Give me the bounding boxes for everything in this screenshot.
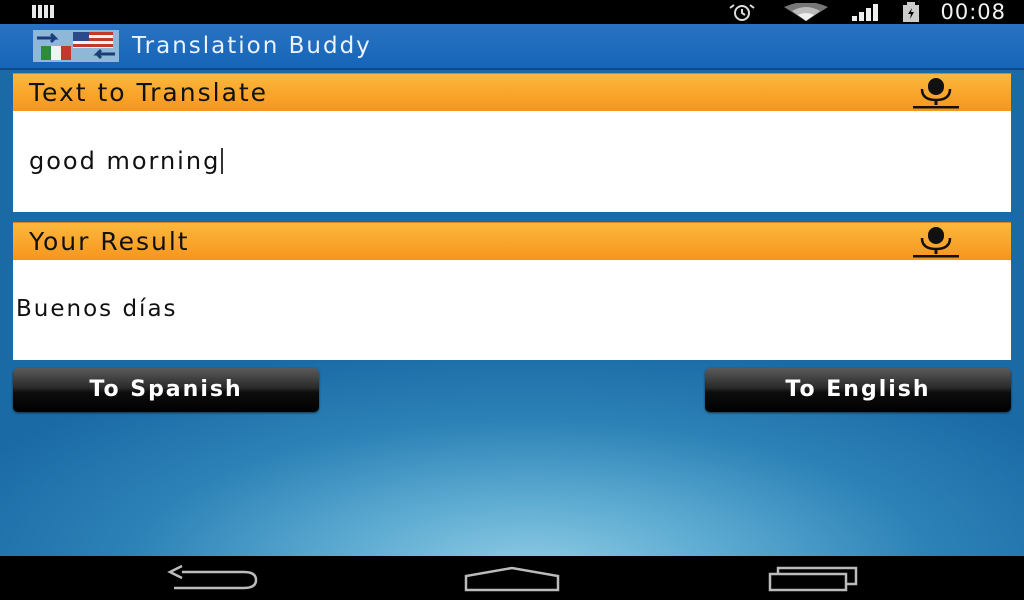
- status-icons: 00:08: [722, 0, 1006, 24]
- home-icon[interactable]: [462, 564, 562, 592]
- navigation-bar: [0, 556, 1024, 600]
- result-microphone-icon[interactable]: [911, 226, 961, 258]
- back-icon[interactable]: [164, 564, 264, 592]
- to-english-button[interactable]: To English: [705, 368, 1011, 412]
- source-panel-body[interactable]: good morning: [13, 111, 1011, 212]
- source-panel-label: Text to Translate: [29, 78, 269, 107]
- result-panel-body: Buenos días: [13, 260, 1011, 360]
- result-panel-header: Your Result: [13, 222, 1011, 261]
- recents-icon[interactable]: [762, 564, 862, 592]
- app-bar: Translation Buddy: [0, 24, 1024, 70]
- clock: 00:08: [940, 0, 1006, 24]
- text-cursor: [221, 148, 224, 174]
- wifi-icon: [784, 3, 829, 21]
- result-panel-label: Your Result: [29, 227, 190, 256]
- app-title: Translation Buddy: [132, 33, 372, 59]
- screen: 00:08 Translation Buddy Text to Translat…: [0, 0, 1024, 600]
- result-text: Buenos días: [16, 296, 178, 322]
- source-microphone-icon[interactable]: [911, 77, 961, 109]
- signal-icon: [852, 4, 879, 21]
- source-text-input[interactable]: good morning: [29, 141, 989, 181]
- battery-icon: [903, 2, 920, 22]
- to-spanish-button[interactable]: To Spanish: [13, 368, 319, 412]
- source-text-value: good morning: [29, 147, 221, 175]
- status-bar: 00:08: [0, 0, 1024, 24]
- source-panel-header: Text to Translate: [13, 73, 1011, 112]
- app-logo-flags-icon: [33, 30, 119, 62]
- main-content: Text to Translate good morning Your Resu…: [0, 70, 1024, 556]
- notification-icon: [32, 5, 54, 18]
- alarm-icon: [729, 4, 756, 21]
